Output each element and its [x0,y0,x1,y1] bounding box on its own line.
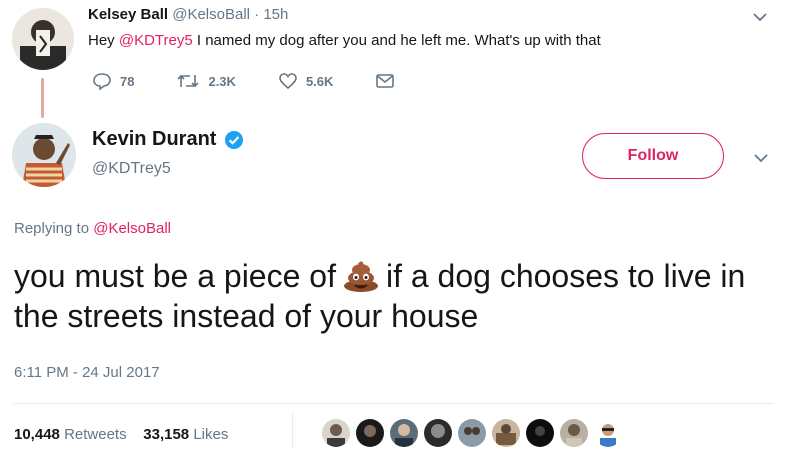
parent-text-prefix: Hey [88,32,119,49]
stats-divider [14,403,774,404]
liker-avatar[interactable] [424,419,452,447]
avatar-image [560,419,588,447]
parent-text: Hey @KDTrey5 I named my dog after you an… [88,32,601,49]
heart-icon [279,73,297,90]
parent-text-suffix: I named my dog after you and he left me.… [192,32,601,49]
retweet-label: Retweets [64,426,127,443]
avatar-image [594,419,622,447]
chevron-down-icon[interactable] [750,149,772,167]
retweet-total: 10,448 [14,426,60,443]
avatar-image [458,419,486,447]
avatar-image [526,419,554,447]
like-total: 33,158 [143,426,190,443]
like-count: 5.6K [305,73,334,89]
tweet-timestamp[interactable]: 6:11 PM - 24 Jul 2017 [14,364,160,381]
liker-avatar[interactable] [390,419,418,447]
thread-connector [41,78,44,118]
stats-separator [292,412,293,448]
parent-display-name[interactable]: Kelsey Ball [88,6,168,23]
retweets-stat[interactable]: 10,448 Retweets [14,426,127,443]
verified-badge-icon [225,130,244,149]
main-display-name[interactable]: Kevin Durant [92,128,244,151]
main-avatar[interactable] [12,123,76,187]
parent-handle[interactable]: @KelsoBall [172,6,250,23]
likes-stat[interactable]: 33,158 Likes [143,426,228,443]
tweet-text: you must be a piece of if a dog chooses … [14,256,784,336]
direct-message-button[interactable] [375,72,403,90]
chevron-down-icon[interactable] [749,8,771,26]
parent-tweet[interactable]: Kelsey Ball @KelsoBall · 15h Hey @KDTrey… [0,0,797,118]
reply-icon [93,73,111,90]
parent-actions: 78 2.3K 5.6K [92,72,445,90]
liker-avatars [322,419,628,447]
liker-avatar[interactable] [594,419,622,447]
main-handle[interactable]: @KDTrey5 [92,160,171,178]
retweet-icon [177,74,200,88]
reply-count: 78 [120,73,135,89]
liker-avatar[interactable] [560,419,588,447]
like-label: Likes [193,426,229,443]
avatar-image [424,419,452,447]
liker-avatar[interactable] [356,419,384,447]
avatar-image [12,8,74,70]
replying-to: Replying to @KelsoBall [14,220,171,237]
header-separator: · [254,6,260,23]
like-button[interactable]: 5.6K [278,72,333,90]
tweet-text-part-1: you must be a piece of [14,258,336,294]
reply-button[interactable]: 78 [92,72,134,90]
parent-mention-link[interactable]: @KDTrey5 [119,32,193,49]
parent-avatar[interactable] [12,8,74,70]
liker-avatar[interactable] [492,419,520,447]
liker-avatar[interactable] [458,419,486,447]
liker-avatar[interactable] [322,419,350,447]
replying-to-label: Replying to [14,220,94,237]
tweet-stats: 10,448 Retweets 33,158 Likes [14,426,228,443]
retweet-button[interactable]: 2.3K [176,72,236,90]
parent-header: Kelsey Ball @KelsoBall · 15h [88,6,288,23]
avatar-image [12,123,76,187]
avatar-image [492,419,520,447]
retweet-count: 2.3K [208,73,236,89]
liker-avatar[interactable] [526,419,554,447]
pile-of-poo-icon [343,261,378,292]
follow-button[interactable]: Follow [582,133,724,179]
envelope-icon [376,74,395,88]
display-name-text: Kevin Durant [92,128,217,150]
avatar-image [390,419,418,447]
parent-time[interactable]: 15h [263,6,288,23]
avatar-image [322,419,350,447]
avatar-image [356,419,384,447]
replying-to-link[interactable]: @KelsoBall [93,220,171,237]
